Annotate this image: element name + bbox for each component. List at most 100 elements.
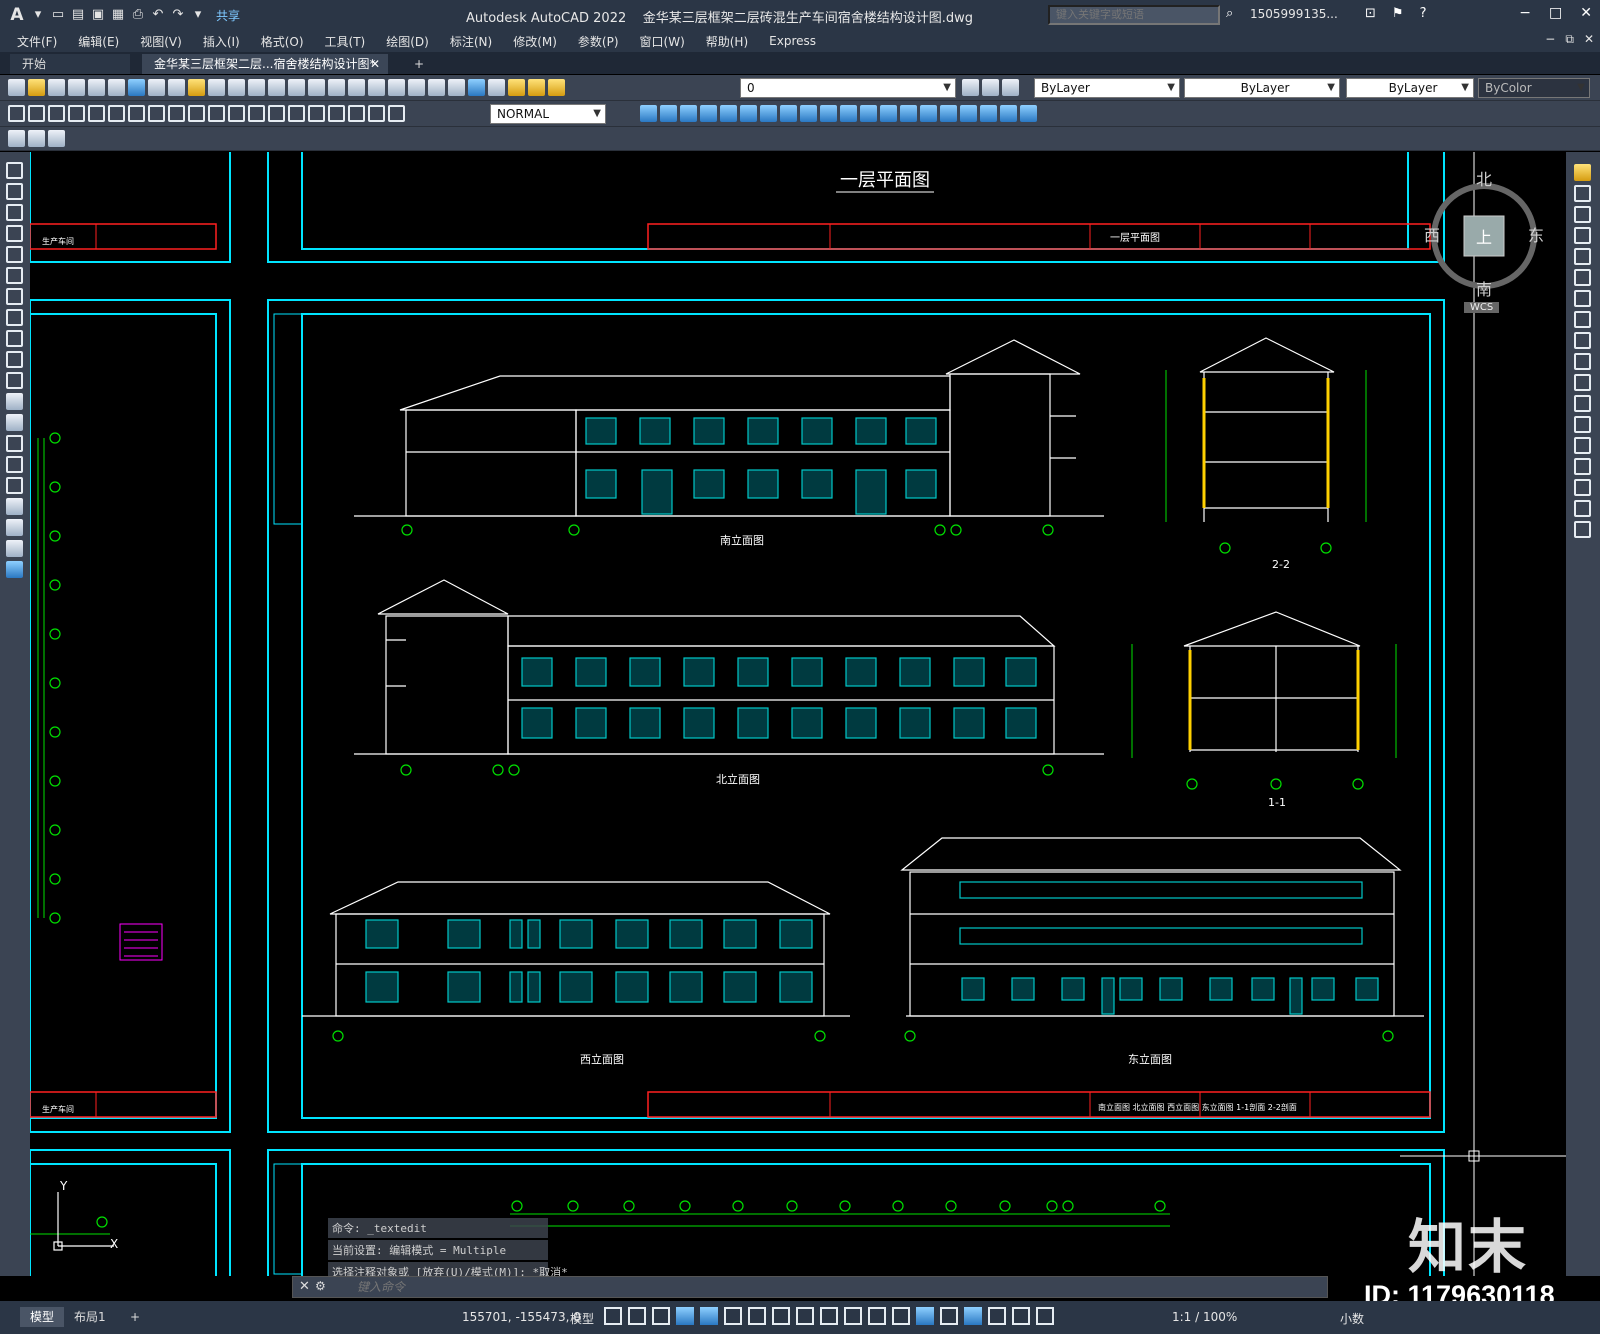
hatch-icon[interactable] [6, 456, 23, 473]
dyn-ucs-icon[interactable] [916, 1307, 934, 1325]
array-icon[interactable] [1574, 248, 1591, 265]
close-command-line-icon[interactable]: ✕ [299, 1279, 310, 1294]
menu-edit[interactable]: 编辑(E) [78, 33, 119, 50]
3d-osnap-icon[interactable] [892, 1307, 910, 1325]
move-icon[interactable] [1574, 269, 1591, 286]
array-icon[interactable] [700, 105, 717, 122]
menu-insert[interactable]: 插入(I) [203, 33, 240, 50]
gradient-icon[interactable] [6, 477, 23, 494]
offset-icon[interactable] [1574, 227, 1591, 244]
units-readout[interactable]: 小数 [1340, 1310, 1364, 1327]
lights-icon[interactable] [48, 130, 65, 147]
rotate-icon[interactable] [740, 105, 757, 122]
offset-icon[interactable] [680, 105, 697, 122]
user-account[interactable]: 1505999135... [1250, 7, 1338, 21]
model-space-button[interactable]: 模型 [570, 1310, 594, 1327]
layer-props-icon[interactable] [488, 79, 505, 96]
design-center-icon[interactable] [368, 79, 385, 96]
new-tab-button[interactable]: + [402, 54, 436, 74]
infer-icon[interactable] [652, 1307, 670, 1325]
table-icon[interactable] [6, 519, 23, 536]
copy-icon[interactable] [168, 79, 185, 96]
menu-format[interactable]: 格式(O) [261, 33, 304, 50]
annotation-visibility-icon[interactable] [988, 1307, 1006, 1325]
viewcube-east[interactable]: 东 [1528, 222, 1544, 246]
trim-icon[interactable] [1574, 353, 1591, 370]
line-icon[interactable] [6, 162, 23, 179]
viewcube-top-face[interactable]: 上 [1476, 224, 1492, 248]
diameter-icon[interactable] [128, 105, 145, 122]
layer-dropdown[interactable]: 0 ▼ [740, 78, 956, 98]
menu-express[interactable]: Express [769, 34, 816, 48]
mirror-icon[interactable] [1574, 206, 1591, 223]
layer-previous-icon[interactable] [1002, 79, 1019, 96]
menu-window[interactable]: 窗口(W) [640, 33, 685, 50]
block-icon[interactable] [940, 105, 957, 122]
trim-icon[interactable] [800, 105, 817, 122]
erase-icon[interactable] [1574, 164, 1591, 181]
bulb-icon[interactable] [508, 79, 525, 96]
lock-icon[interactable] [548, 79, 565, 96]
add-layout-button[interactable]: + [120, 1307, 150, 1327]
redo-icon[interactable]: ↷ [170, 7, 186, 23]
tab-document[interactable]: 金华某三层框架二层...宿舍楼结构设计图* ✕ [142, 54, 388, 74]
a360-icon[interactable]: ⚑ [1392, 6, 1404, 21]
ellipse-arc-icon[interactable] [6, 372, 23, 389]
insert-block-icon[interactable] [6, 393, 23, 410]
polyline-icon[interactable] [6, 204, 23, 221]
save-icon[interactable] [48, 79, 65, 96]
scale-icon[interactable] [760, 105, 777, 122]
autocad-logo-icon[interactable]: A [8, 7, 26, 24]
chamfer-icon[interactable] [880, 105, 897, 122]
group-icon[interactable] [1020, 105, 1037, 122]
layout1-tab[interactable]: 布局1 [64, 1307, 116, 1327]
point-icon[interactable] [6, 435, 23, 452]
annotation-scale[interactable]: 1:1 / 100% [1172, 1310, 1237, 1324]
polar-icon[interactable] [724, 1307, 742, 1325]
cut-icon[interactable] [148, 79, 165, 96]
rectangle-icon[interactable] [6, 246, 23, 263]
circle-icon[interactable] [6, 288, 23, 305]
isodraft-icon[interactable] [748, 1307, 766, 1325]
dim-space-icon[interactable] [228, 105, 245, 122]
make-block-icon[interactable] [6, 414, 23, 431]
wcs-menu[interactable]: WCS [1464, 302, 1500, 313]
break-icon[interactable] [840, 105, 857, 122]
linear-dim-icon[interactable] [8, 105, 25, 122]
scale-icon[interactable] [1574, 311, 1591, 328]
revcloud-icon[interactable] [6, 309, 23, 326]
menu-view[interactable]: 视图(V) [140, 33, 182, 50]
menu-draw[interactable]: 绘图(D) [386, 33, 429, 50]
doc-restore-button[interactable]: ⧉ [1565, 32, 1574, 47]
insert-icon[interactable] [960, 105, 977, 122]
zoom-realtime-icon[interactable] [288, 79, 305, 96]
menu-parametric[interactable]: 参数(P) [578, 33, 619, 50]
mtext-icon[interactable] [6, 540, 23, 557]
search-input[interactable] [1048, 5, 1220, 25]
command-input[interactable] [357, 1279, 1257, 1295]
copy-obj-icon[interactable] [640, 105, 657, 122]
ellipse-icon[interactable] [6, 351, 23, 368]
sheet-set-icon[interactable] [408, 79, 425, 96]
jogged-linear-icon[interactable] [328, 105, 345, 122]
join-icon[interactable] [1574, 437, 1591, 454]
share-button[interactable]: 共享 [216, 7, 240, 24]
tolerance-icon[interactable] [268, 105, 285, 122]
fillet-icon[interactable] [1574, 479, 1591, 496]
lineweight-icon[interactable] [820, 1307, 838, 1325]
linetype-dropdown[interactable]: ByLayer ▼ [1184, 78, 1340, 98]
add-selected-icon[interactable] [6, 561, 23, 578]
materials-icon[interactable] [28, 130, 45, 147]
menu-dimension[interactable]: 标注(N) [450, 33, 492, 50]
inspection-icon[interactable] [308, 105, 325, 122]
cart-icon[interactable]: ⊡ [1365, 6, 1376, 21]
undo-icon[interactable] [228, 79, 245, 96]
selection-filter-icon[interactable] [940, 1307, 958, 1325]
close-tab-icon[interactable]: ✕ [370, 54, 380, 74]
tool-palettes-icon[interactable] [388, 79, 405, 96]
ordinate-icon[interactable] [68, 105, 85, 122]
annotation-scale-icon[interactable] [1036, 1307, 1054, 1325]
polygon-icon[interactable] [6, 225, 23, 242]
style-dropdown[interactable]: NORMAL ▼ [490, 104, 606, 124]
maximize-button[interactable]: □ [1549, 5, 1562, 21]
